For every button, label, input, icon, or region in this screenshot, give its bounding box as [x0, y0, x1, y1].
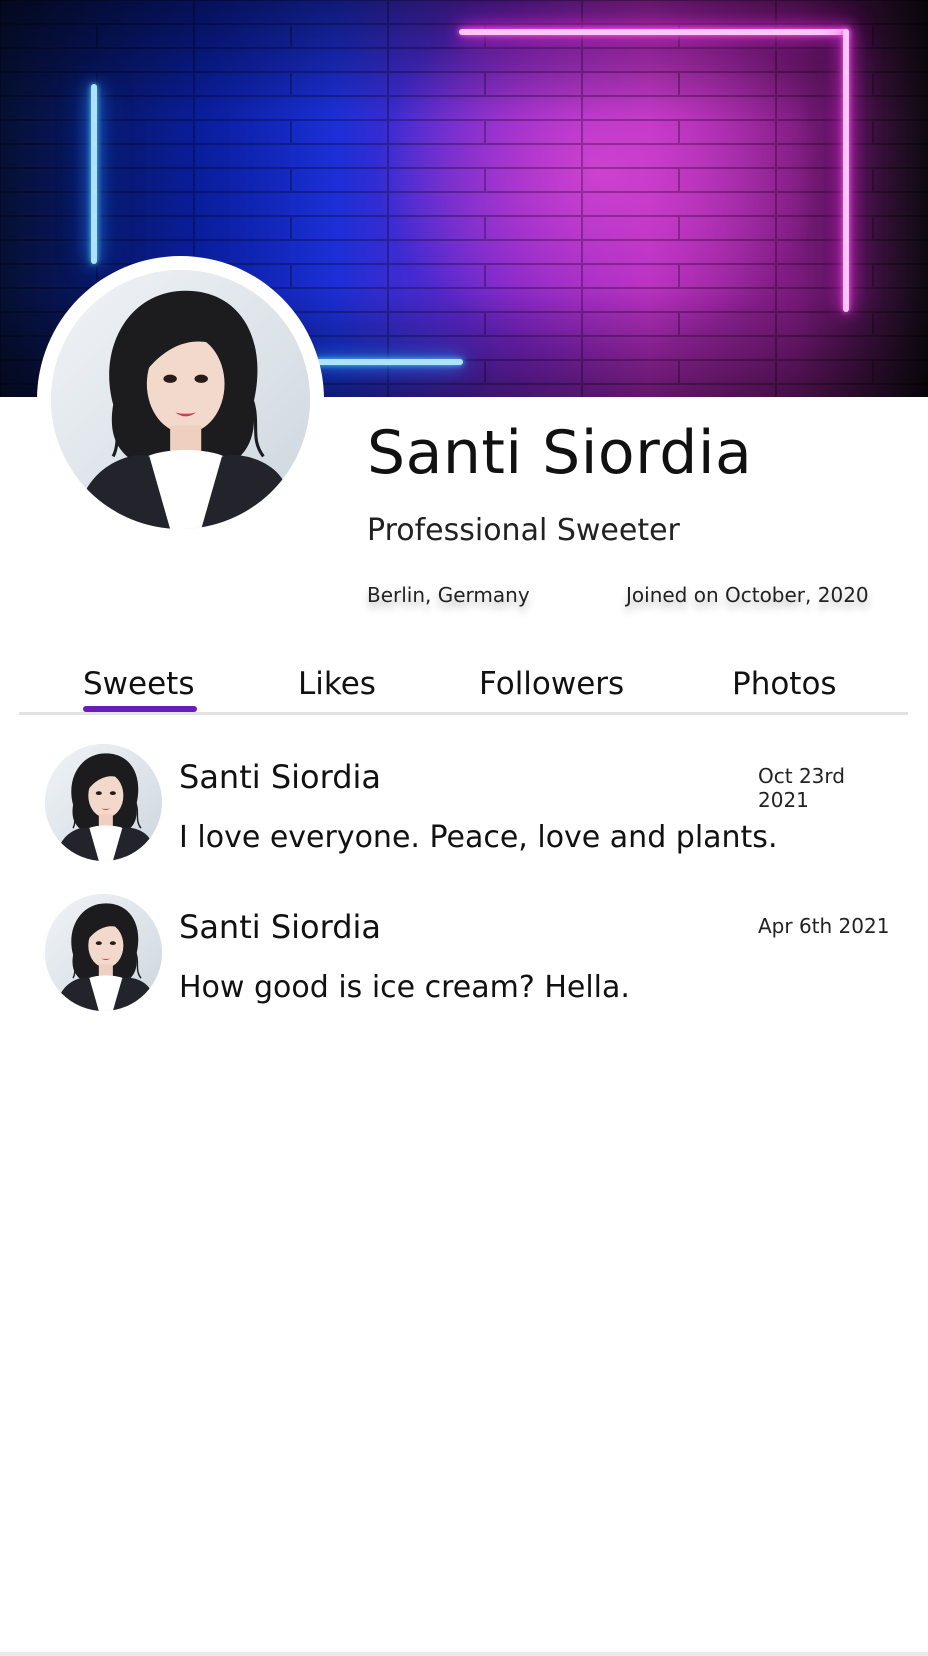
post-author[interactable]: Santi Siordia	[179, 758, 381, 796]
tab-likes[interactable]: Likes	[298, 666, 376, 702]
tab-photos[interactable]: Photos	[732, 666, 837, 702]
tab-sweets[interactable]: Sweets	[83, 666, 194, 702]
post-date: Oct 23rd 2021	[758, 764, 845, 812]
active-tab-indicator	[83, 706, 197, 712]
post-avatar[interactable]	[45, 894, 162, 1011]
post-text: I love everyone. Peace, love and plants.	[179, 820, 778, 855]
post-author[interactable]: Santi Siordia	[179, 908, 381, 946]
neon-line-pink-vertical	[843, 29, 849, 312]
profile-avatar[interactable]	[37, 256, 324, 543]
profile-bio: Professional Sweeter	[367, 513, 680, 548]
avatar-portrait	[51, 270, 310, 529]
neon-line-pink-horizontal	[459, 29, 849, 35]
avatar-portrait	[45, 744, 162, 861]
neon-line-blue-horizontal	[310, 359, 463, 365]
avatar-portrait	[45, 894, 162, 1011]
post-item[interactable]: Santi Siordia Oct 23rd 2021 I love every…	[45, 744, 895, 864]
profile-tabs: Sweets Likes Followers Photos	[19, 660, 908, 715]
profile-joined-date: Joined on October, 2020	[626, 583, 869, 607]
neon-line-blue-vertical	[91, 84, 97, 264]
post-avatar[interactable]	[45, 744, 162, 861]
profile-name: Santi Siordia	[367, 418, 753, 488]
post-item[interactable]: Santi Siordia Apr 6th 2021 How good is i…	[45, 894, 895, 1014]
bottom-divider	[0, 1652, 928, 1656]
post-date: Apr 6th 2021	[758, 914, 890, 938]
post-text: How good is ice cream? Hella.	[179, 970, 630, 1005]
profile-location: Berlin, Germany	[367, 583, 530, 607]
tab-followers[interactable]: Followers	[479, 666, 624, 702]
